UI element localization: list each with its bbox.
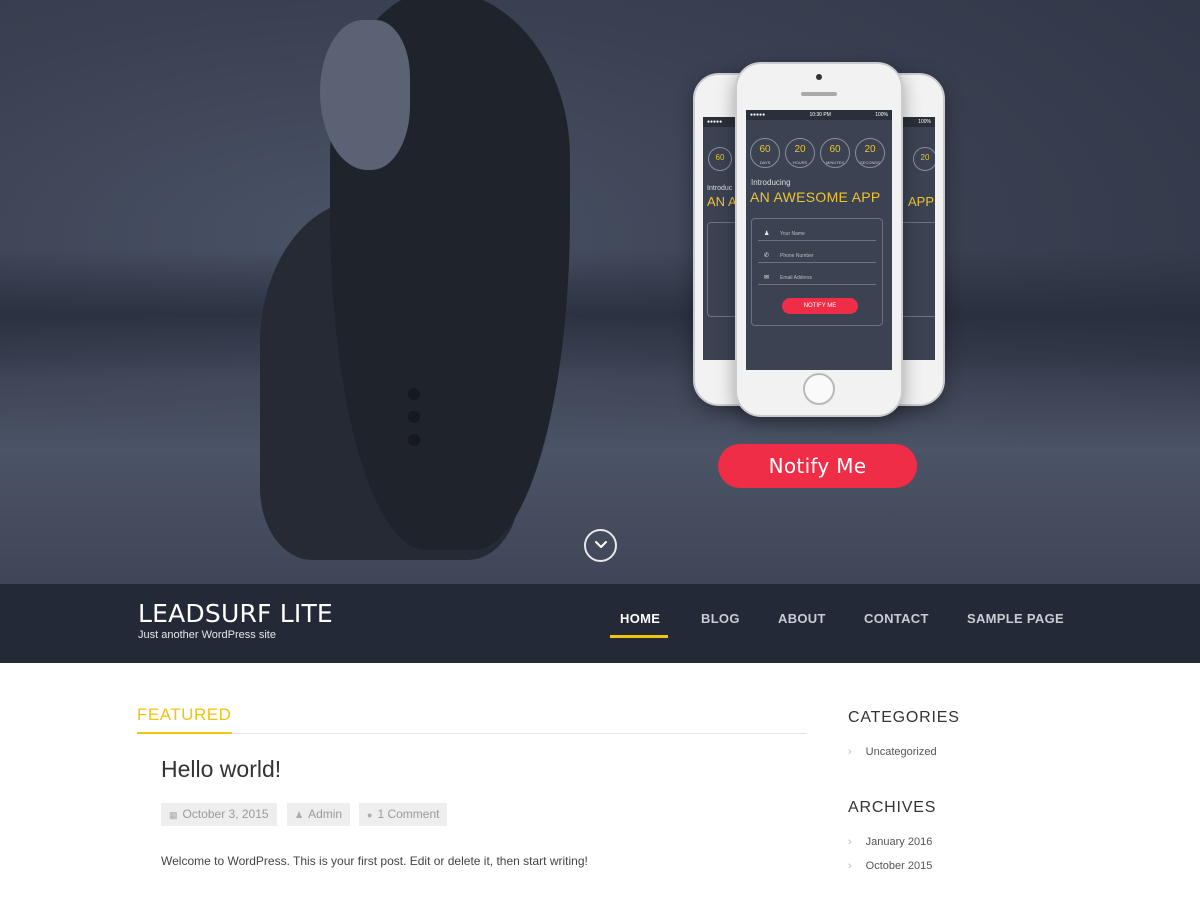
category-link[interactable]: › Uncategorized: [848, 746, 937, 758]
chevron-right-icon: ›: [848, 836, 852, 848]
section-divider-accent: [137, 732, 232, 734]
phone-icon: ✆: [764, 253, 770, 259]
post-author[interactable]: ♟ Admin: [287, 803, 351, 826]
countdown-timer: 60 DAYS 20 HOURS 60 MINUTES 20 SECONDS: [750, 138, 885, 168]
mail-icon: ✉: [764, 275, 770, 281]
main-nav: HOME BLOG ABOUT CONTACT SAMPLE PAGE: [0, 611, 1200, 641]
countdown-days: 60 DAYS: [750, 138, 780, 168]
phone-notify-button: NOTIFY ME: [782, 298, 858, 314]
countdown-days: 60: [708, 147, 732, 171]
comment-icon: ●: [367, 810, 373, 820]
chevron-down-icon: [595, 541, 607, 548]
phone-field: ✆ Phone Number: [758, 249, 876, 263]
widget-title-categories: CATEGORIES: [848, 709, 960, 726]
email-field: ✉ Email Address: [758, 271, 876, 285]
name-field: ♟ Your Name: [758, 227, 876, 241]
phone-screen: ●●●●● 10:30 PM 100% 60 DAYS 20 HOURS 60 MIN…: [746, 110, 892, 370]
widget-title-archives: ARCHIVES: [848, 799, 937, 816]
user-icon: ♟: [764, 231, 770, 237]
scroll-down-button[interactable]: [584, 529, 617, 562]
notify-me-button[interactable]: Notify Me: [718, 444, 917, 488]
post-title[interactable]: Hello world!: [161, 756, 281, 783]
hero-banner: ●●●●● 60 Introduc AN A 100% 20 APP ●●●●●…: [0, 0, 1200, 584]
nav-item-about[interactable]: ABOUT: [778, 611, 826, 626]
post-date[interactable]: ▦ October 3, 2015: [161, 803, 277, 826]
archive-link[interactable]: › October 2015: [848, 860, 932, 872]
phone-mockup-center: ●●●●● 10:30 PM 100% 60 DAYS 20 HOURS 60 MIN…: [735, 62, 903, 417]
countdown-minutes: 60 MINUTES: [820, 138, 850, 168]
countdown-seconds: 20 SECONDS: [855, 138, 885, 168]
chevron-right-icon: ›: [848, 860, 852, 872]
user-icon: ♟: [295, 810, 304, 820]
countdown-seconds: 20: [913, 147, 935, 171]
active-nav-indicator: [610, 635, 668, 638]
section-divider: [137, 733, 807, 734]
phone-camera: [816, 74, 822, 80]
phone-home-button: [803, 373, 835, 405]
nav-item-home[interactable]: HOME: [620, 611, 660, 626]
hero-woman-photo: [200, 0, 680, 584]
phone-signup-form: ♟ Your Name ✆ Phone Number ✉ Email Address …: [751, 218, 883, 326]
section-label-featured: FEATURED: [137, 705, 232, 724]
nav-item-blog[interactable]: BLOG: [701, 611, 740, 626]
app-headline: AN AWESOME APP: [750, 189, 881, 205]
chevron-right-icon: ›: [848, 746, 852, 758]
countdown-hours: 20 HOURS: [785, 138, 815, 168]
nav-item-sample-page[interactable]: SAMPLE PAGE: [967, 611, 1064, 626]
post-comments[interactable]: ● 1 Comment: [359, 803, 448, 826]
calendar-icon: ▦: [169, 810, 178, 820]
post-excerpt: Welcome to WordPress. This is your first…: [161, 854, 588, 868]
nav-item-contact[interactable]: CONTACT: [864, 611, 929, 626]
archive-link[interactable]: › January 2016: [848, 836, 932, 848]
